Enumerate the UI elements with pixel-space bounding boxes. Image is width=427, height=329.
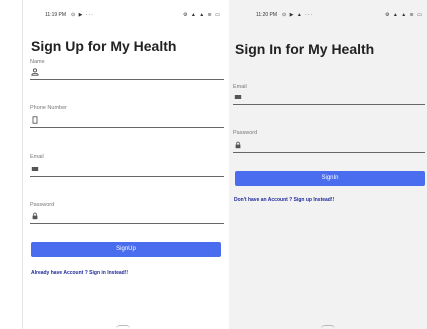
mail-icon xyxy=(234,95,242,99)
email-field[interactable] xyxy=(30,164,224,177)
nav-home-indicator xyxy=(321,325,335,329)
signup-instead-link[interactable]: Don't have an Account ? Sign up Instead!… xyxy=(234,197,334,203)
signin-button[interactable]: SignIn xyxy=(235,171,425,186)
nav-home-indicator xyxy=(116,325,130,329)
mail-icon xyxy=(31,167,39,171)
phone-icon xyxy=(32,116,38,124)
signin-instead-link[interactable]: Already have Account ? Sign in Instead!! xyxy=(31,270,128,276)
nav-bar xyxy=(23,325,229,329)
lock-icon xyxy=(235,141,241,149)
page-title: Sign Up for My Health xyxy=(31,38,177,54)
password-field[interactable] xyxy=(30,211,224,224)
signup-button[interactable]: SignUp xyxy=(31,242,221,257)
password-label: Password xyxy=(233,130,258,136)
name-label: Name xyxy=(30,59,45,65)
password-input[interactable] xyxy=(245,140,423,151)
signal-battery-icons: ⚙ ▲ ▲ ≋ ▭ xyxy=(385,12,423,18)
phone-label: Phone Number xyxy=(30,105,67,111)
person-icon xyxy=(31,68,39,76)
email-field[interactable] xyxy=(233,92,425,105)
email-input[interactable] xyxy=(245,92,423,103)
signal-battery-icons: ⚙ ▲ ▲ ≋ ▭ xyxy=(183,12,221,18)
notification-icons: ⊙ ▶ ▲ ··· xyxy=(282,12,314,18)
email-label: Email xyxy=(233,84,247,90)
phone-input[interactable] xyxy=(42,115,222,126)
status-time: 11:20 PM xyxy=(256,12,278,18)
lock-icon xyxy=(32,212,38,220)
signup-screen: 11:19 PM ⊙ ▶ ··· ⚙ ▲ ▲ ≋ ▭ Sign Up for M… xyxy=(22,0,229,329)
password-label: Password xyxy=(30,202,55,208)
email-input[interactable] xyxy=(42,164,222,175)
nav-bar xyxy=(229,325,427,329)
name-input[interactable] xyxy=(42,67,222,78)
password-field[interactable] xyxy=(233,140,425,153)
notification-icons: ⊙ ▶ ··· xyxy=(71,12,94,18)
email-label: Email xyxy=(30,154,44,160)
status-time: 11:19 PM xyxy=(45,12,67,18)
name-field[interactable] xyxy=(30,67,224,80)
phone-field[interactable] xyxy=(30,115,224,128)
password-input[interactable] xyxy=(42,211,222,222)
signin-screen: 11:20 PM ⊙ ▶ ▲ ··· ⚙ ▲ ▲ ≋ ▭ Sign In for… xyxy=(229,0,427,329)
page-title: Sign In for My Health xyxy=(235,41,375,57)
